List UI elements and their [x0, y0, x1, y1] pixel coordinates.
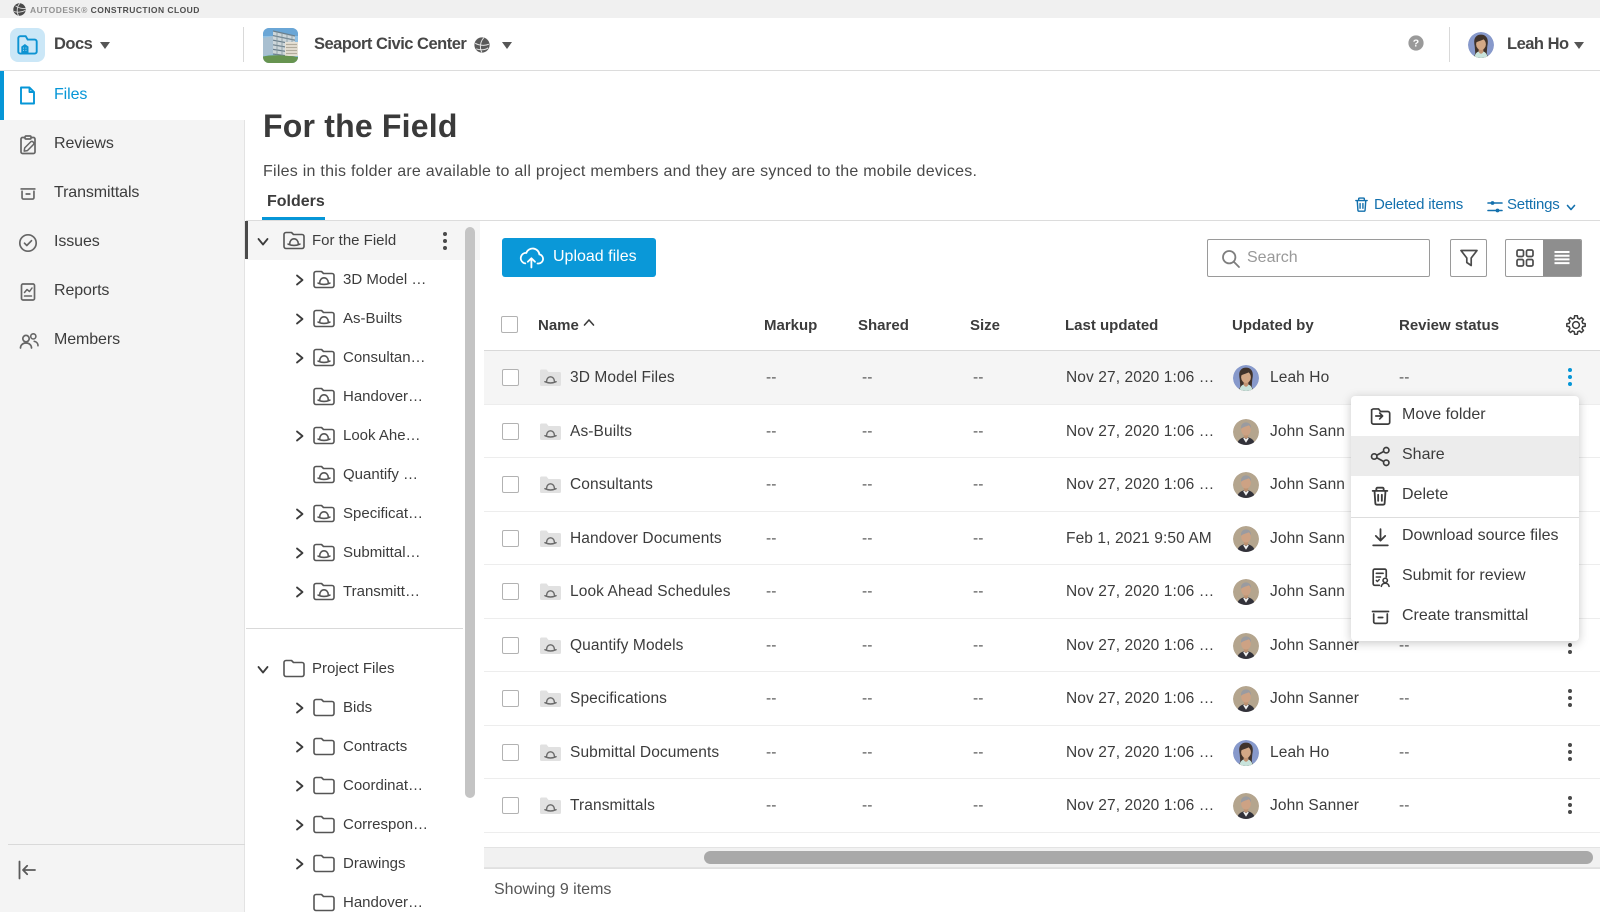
- svg-text:?: ?: [1413, 38, 1419, 50]
